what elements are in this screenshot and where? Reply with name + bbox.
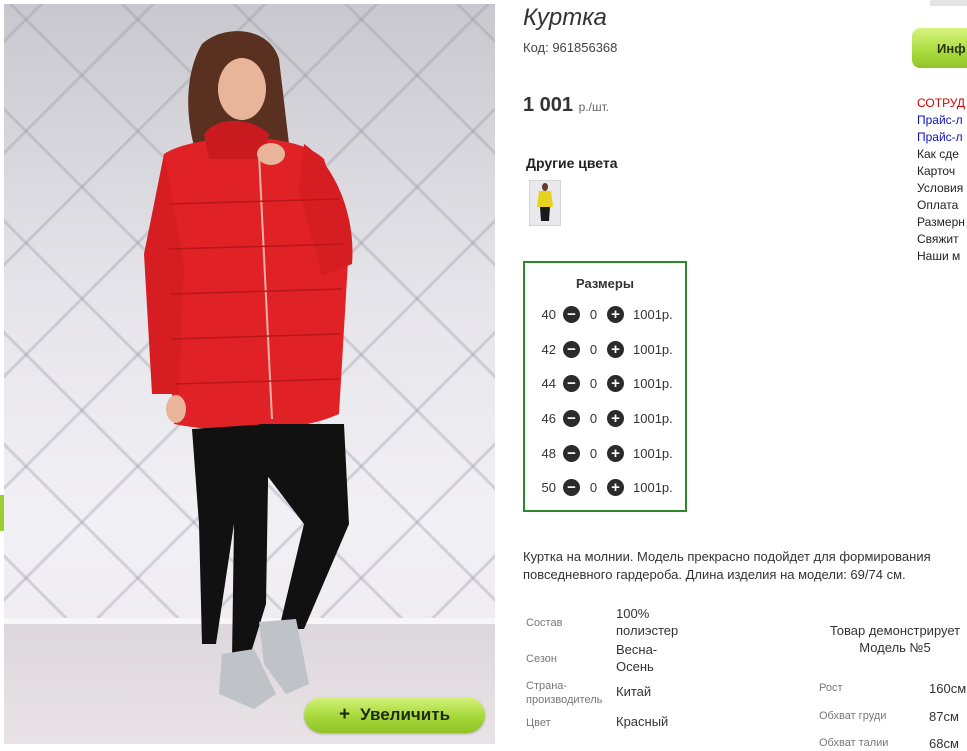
model-param-value: 87см	[929, 709, 959, 724]
plus-icon[interactable]: +	[607, 409, 624, 427]
minus-icon[interactable]: −	[563, 444, 580, 462]
quantity-value: 0	[589, 410, 598, 426]
size-price: 1001р.	[633, 375, 673, 391]
size-label: 50	[541, 479, 556, 495]
link-how-to-order[interactable]: Как сде	[917, 146, 965, 163]
link-price-list-2[interactable]: Прайс-л	[917, 129, 965, 146]
model-param-value: 160см	[929, 681, 967, 696]
size-row: 46 − 0 + 1001р.	[525, 406, 685, 430]
size-label: 40	[541, 306, 556, 322]
quantity-value: 0	[589, 306, 598, 322]
quantity-value: 0	[589, 479, 598, 495]
side-tab[interactable]	[0, 495, 4, 531]
property-value: Осень	[616, 659, 654, 674]
quantity-value: 0	[589, 341, 598, 357]
property-label: Состав	[526, 617, 563, 629]
model-heading-line: Модель №5	[859, 640, 931, 655]
description-line: повседневного гардероба. Длина изделия н…	[523, 567, 906, 582]
quantity-value: 0	[589, 445, 598, 461]
size-row: 42 − 0 + 1001р.	[525, 337, 685, 361]
zoom-button[interactable]: + Увеличить	[304, 697, 485, 733]
property-value: 100%	[616, 606, 650, 621]
link-price-list-1[interactable]: Прайс-л	[917, 112, 965, 129]
link-sizes[interactable]: Размерн	[917, 214, 965, 231]
plus-icon[interactable]: +	[607, 374, 624, 392]
product-code: Код: 961856368	[523, 40, 618, 55]
minus-icon[interactable]: −	[563, 340, 580, 358]
property-label: Сезон	[526, 653, 557, 665]
link-terms[interactable]: Условия	[917, 180, 965, 197]
plus-icon: +	[338, 704, 351, 725]
quantity-value: 0	[589, 375, 598, 391]
price-unit: р./шт.	[578, 100, 610, 114]
size-label: 48	[541, 445, 556, 461]
product-title: Куртка	[523, 4, 607, 31]
property-value: Красный	[616, 714, 669, 729]
model-param-label: Обхват талии	[819, 737, 889, 749]
property-label: Цвет	[526, 717, 551, 729]
price-value: 1 001	[523, 94, 574, 116]
minus-icon[interactable]: −	[563, 374, 580, 392]
sizes-title: Размеры	[576, 276, 634, 291]
yellow-jacket-thumbnail	[537, 183, 553, 221]
model-param-label: Обхват груди	[819, 710, 887, 722]
link-our[interactable]: Наши м	[917, 248, 965, 265]
property-value: полиэстер	[616, 623, 679, 638]
model-param-label: Рост	[819, 682, 843, 694]
size-price: 1001р.	[633, 479, 673, 495]
minus-icon[interactable]: −	[563, 409, 580, 427]
link-contact[interactable]: Свяжит	[917, 231, 965, 248]
product-price: 1 001 р./шт.	[523, 94, 609, 117]
close-strip[interactable]	[930, 0, 967, 6]
property-value: Весна-	[616, 642, 658, 657]
size-row: 48 − 0 + 1001р.	[525, 441, 685, 465]
model-figure	[144, 31, 353, 709]
size-price: 1001р.	[633, 306, 673, 322]
model-heading-line: Товар демонстрирует	[829, 623, 961, 638]
link-staff[interactable]: СОТРУД	[917, 95, 965, 112]
color-variant-thumbnail[interactable]	[529, 180, 561, 226]
size-row: 44 − 0 + 1001р.	[525, 371, 685, 395]
info-links: СОТРУД Прайс-л Прайс-л Как сде Карточ Ус…	[917, 95, 965, 265]
minus-icon[interactable]: −	[563, 305, 580, 323]
plus-icon[interactable]: +	[607, 478, 624, 496]
plus-icon[interactable]: +	[607, 305, 624, 323]
product-photo[interactable]: + Увеличить	[4, 4, 495, 744]
property-label: производитель	[526, 694, 603, 706]
size-price: 1001р.	[633, 410, 673, 426]
size-row: 50 − 0 + 1001р.	[525, 475, 685, 499]
size-label: 46	[541, 410, 556, 426]
plus-icon[interactable]: +	[607, 340, 624, 358]
plus-icon[interactable]: +	[607, 444, 624, 462]
link-payment[interactable]: Оплата	[917, 197, 965, 214]
sizes-panel: Размеры 40 − 0 + 1001р. 42 − 0 + 1001р. …	[523, 261, 687, 512]
size-label: 44	[541, 375, 556, 391]
info-button[interactable]: Инф	[912, 28, 967, 68]
model-heading: Товар демонстрирует Модель №5	[810, 622, 967, 656]
size-price: 1001р.	[633, 341, 673, 357]
other-colors-heading: Другие цвета	[526, 155, 618, 171]
link-card[interactable]: Карточ	[917, 163, 965, 180]
zoom-button-label: Увеличить	[360, 705, 451, 724]
size-price: 1001р.	[633, 445, 673, 461]
size-label: 42	[541, 341, 556, 357]
product-description: Куртка на молнии. Модель прекрасно подой…	[523, 548, 967, 584]
minus-icon[interactable]: −	[563, 478, 580, 496]
size-row: 40 − 0 + 1001р.	[525, 302, 685, 326]
description-line: Куртка на молнии. Модель прекрасно подой…	[523, 549, 931, 564]
property-label: Страна-	[526, 680, 568, 692]
property-value: Китай	[616, 684, 652, 699]
